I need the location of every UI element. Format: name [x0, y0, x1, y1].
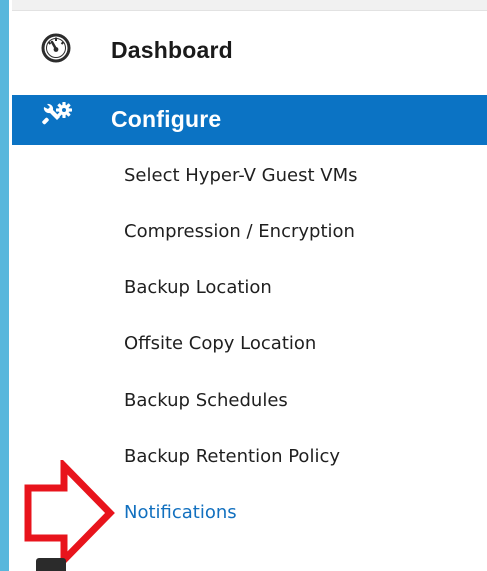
subnav-notifications[interactable]: Notifications: [124, 501, 237, 525]
subnav-backup-schedules[interactable]: Backup Schedules: [124, 389, 288, 413]
red-arrow-icon: [24, 460, 115, 566]
next-nav-icon: [36, 558, 66, 571]
subnav-select-hyperv-guest-vms[interactable]: Select Hyper-V Guest VMs: [124, 164, 357, 188]
sidebar-panel: Dashboard Configure Select Hyper-V Guest…: [0, 0, 487, 571]
subnav-offsite-copy-location[interactable]: Offsite Copy Location: [124, 332, 316, 356]
subnav-backup-retention-policy[interactable]: Backup Retention Policy: [124, 445, 340, 469]
subnav-backup-location[interactable]: Backup Location: [124, 276, 272, 300]
subnav-compression-encryption[interactable]: Compression / Encryption: [124, 220, 355, 244]
